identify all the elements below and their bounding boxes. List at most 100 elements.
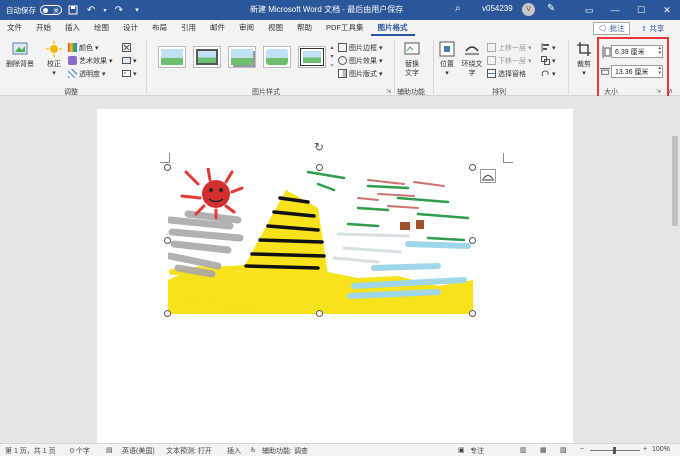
comment-label: 批注 bbox=[609, 24, 625, 33]
tab-design[interactable]: 设计 bbox=[116, 20, 145, 36]
transparency-button[interactable]: 透明度 ▾ bbox=[68, 68, 106, 79]
tab-home[interactable]: 开始 bbox=[29, 20, 58, 36]
resize-handle-bottom[interactable] bbox=[316, 310, 323, 317]
zoom-in-icon[interactable]: + bbox=[643, 446, 647, 453]
proofing-icon[interactable]: ▤ bbox=[106, 446, 113, 454]
picture-style-2[interactable] bbox=[193, 46, 221, 68]
separator bbox=[568, 40, 569, 94]
position-button[interactable]: 位置 ▾ bbox=[436, 40, 458, 78]
text-predictions[interactable]: 文本预测: 打开 bbox=[166, 446, 212, 456]
change-picture-icon[interactable]: ▾ bbox=[122, 55, 137, 66]
resize-handle-bottom-right[interactable] bbox=[469, 310, 476, 317]
tab-references[interactable]: 引用 bbox=[174, 20, 203, 36]
position-dropdown-icon: ▾ bbox=[445, 70, 449, 77]
align-icon[interactable]: ▾ bbox=[541, 42, 556, 53]
resize-handle-top-right[interactable] bbox=[469, 164, 476, 171]
user-name[interactable]: v054239 bbox=[482, 4, 513, 13]
artistic-effects-button[interactable]: 艺术效果 ▾ bbox=[68, 55, 113, 66]
resize-handle-bottom-left[interactable] bbox=[164, 310, 171, 317]
remove-background-icon bbox=[11, 40, 29, 58]
separator bbox=[433, 40, 434, 94]
picture-style-4[interactable] bbox=[263, 46, 291, 68]
undo-icon[interactable]: ↶ bbox=[84, 3, 98, 17]
selection-pane-button[interactable]: 选择窗格 bbox=[487, 68, 526, 79]
resize-handle-top-left[interactable] bbox=[164, 164, 171, 171]
avatar[interactable]: V bbox=[522, 3, 535, 16]
word-count[interactable]: 0 个字 bbox=[70, 446, 90, 456]
focus-icon[interactable]: ▣ bbox=[458, 446, 465, 454]
color-button[interactable]: 颜色 ▾ bbox=[68, 42, 99, 53]
resize-handle-top[interactable] bbox=[316, 164, 323, 171]
read-mode-icon[interactable]: ▥ bbox=[520, 446, 527, 454]
tab-picture-format[interactable]: 图片格式 bbox=[370, 20, 415, 36]
page-count[interactable]: 第 1 页，共 1 页 bbox=[5, 446, 56, 456]
web-layout-icon[interactable]: ▧ bbox=[560, 446, 567, 454]
scrollbar-thumb[interactable] bbox=[672, 136, 678, 226]
picture-layout-label: 图片版式 bbox=[349, 70, 377, 78]
tab-draw[interactable]: 绘图 bbox=[87, 20, 116, 36]
resize-handle-left[interactable] bbox=[164, 237, 171, 244]
send-backward-button[interactable]: 下移一层 ▾ bbox=[487, 55, 532, 66]
inserted-picture[interactable] bbox=[168, 168, 473, 314]
color-label: 颜色 bbox=[79, 44, 93, 52]
group-icon[interactable]: ▾ bbox=[541, 55, 556, 66]
customize-qat-icon[interactable]: ▾ bbox=[130, 3, 144, 17]
minimize-button[interactable]: — bbox=[602, 0, 628, 20]
picture-style-5[interactable] bbox=[298, 46, 326, 68]
picture-styles-launcher-icon[interactable]: ⇲ bbox=[386, 88, 391, 95]
language[interactable]: 英语(美国) bbox=[122, 446, 155, 456]
tab-view[interactable]: 视图 bbox=[261, 20, 290, 36]
picture-style-1[interactable] bbox=[158, 46, 186, 68]
tab-file[interactable]: 文件 bbox=[0, 20, 29, 36]
comment-button[interactable]: 🗨 批注 bbox=[593, 22, 630, 35]
remove-background-button[interactable]: 删除背景 bbox=[4, 40, 36, 69]
picture-layout-button[interactable]: 图片版式 ▾ bbox=[338, 68, 383, 79]
crop-label: 裁剪 bbox=[577, 61, 591, 68]
bring-forward-button[interactable]: 上移一层 ▾ bbox=[487, 42, 532, 53]
maximize-button[interactable]: ☐ bbox=[628, 0, 654, 20]
accessibility-icon[interactable]: ♿ bbox=[250, 446, 256, 454]
undo-dropdown-icon[interactable]: ▾ bbox=[102, 3, 108, 17]
document-title: 新建 Microsoft Word 文档 - 最后由用户保存 bbox=[250, 5, 404, 14]
accessibility-status[interactable]: 辅助功能: 调查 bbox=[262, 446, 308, 456]
search-icon[interactable]: ⌕ bbox=[455, 3, 461, 14]
reset-picture-icon[interactable]: ▾ bbox=[122, 68, 137, 79]
crop-icon bbox=[575, 40, 593, 58]
picture-effects-icon bbox=[338, 56, 347, 65]
zoom-slider-thumb[interactable] bbox=[613, 447, 616, 454]
position-label: 位置 bbox=[440, 61, 454, 68]
ribbon-display-icon[interactable]: ▭ bbox=[576, 0, 602, 20]
alt-text-icon bbox=[403, 40, 421, 58]
crop-button[interactable]: 裁剪 ▾ bbox=[573, 40, 595, 78]
rotate-icon[interactable]: ▾ bbox=[541, 68, 556, 79]
rotate-handle-icon[interactable]: ↻ bbox=[312, 140, 326, 154]
resize-handle-right[interactable] bbox=[469, 237, 476, 244]
vertical-scrollbar[interactable] bbox=[670, 96, 680, 443]
close-button[interactable]: ✕ bbox=[654, 0, 680, 20]
redo-icon[interactable]: ↷ bbox=[112, 3, 126, 17]
print-layout-icon[interactable]: ▦ bbox=[540, 446, 547, 454]
tab-layout[interactable]: 布局 bbox=[145, 20, 174, 36]
tab-review[interactable]: 审阅 bbox=[232, 20, 261, 36]
picture-style-3[interactable] bbox=[228, 46, 256, 68]
layout-options-icon[interactable] bbox=[480, 169, 496, 183]
zoom-out-icon[interactable]: − bbox=[580, 446, 584, 453]
focus-mode[interactable]: 专注 bbox=[470, 446, 484, 456]
zoom-level[interactable]: 100% bbox=[652, 446, 670, 453]
tab-help[interactable]: 帮助 bbox=[290, 20, 319, 36]
save-icon[interactable] bbox=[66, 3, 80, 17]
pen-icon[interactable]: ✎ bbox=[547, 3, 555, 14]
styles-scroll[interactable]: ▴ ▾ ▿ bbox=[328, 44, 336, 72]
alt-text-button[interactable]: 替换 文字 bbox=[399, 40, 425, 78]
tab-mailings[interactable]: 邮件 bbox=[203, 20, 232, 36]
wrap-text-button[interactable]: 环绕文 字 bbox=[459, 40, 485, 78]
autosave-toggle[interactable]: 关 bbox=[40, 5, 62, 15]
picture-effects-button[interactable]: 图片效果 ▾ bbox=[338, 55, 383, 66]
insert-mode[interactable]: 插入 bbox=[227, 446, 241, 456]
tab-insert[interactable]: 插入 bbox=[58, 20, 87, 36]
tab-pdf-tools[interactable]: PDF工具集 bbox=[319, 20, 371, 36]
corrections-button[interactable]: 校正 ▾ bbox=[42, 40, 66, 78]
share-button[interactable]: ⇧ 共享 bbox=[637, 22, 668, 35]
compress-pictures-icon[interactable] bbox=[122, 42, 131, 53]
picture-border-button[interactable]: 图片边框 ▾ bbox=[338, 42, 383, 53]
